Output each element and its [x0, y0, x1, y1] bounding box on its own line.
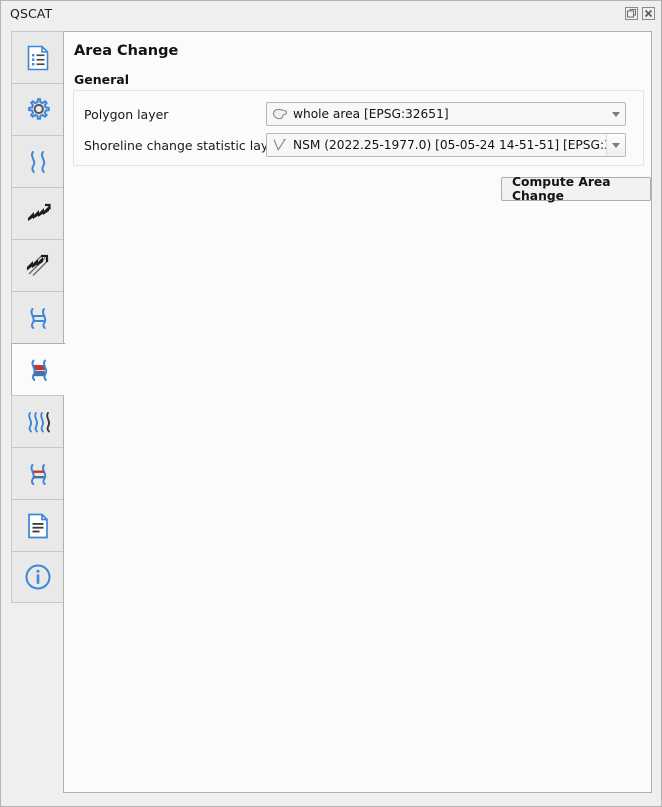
- report-document-icon: [25, 512, 51, 540]
- shoreline-change-statistic-layer-row: Shoreline change statistic layer: [84, 133, 281, 157]
- area-change-icon: [24, 356, 54, 384]
- polygon-layer-icon: [272, 107, 288, 121]
- document-list-icon: [25, 44, 51, 72]
- polygon-layer-combobox[interactable]: whole area [EPSG:32651]: [266, 102, 626, 126]
- titlebar: QSCAT: [1, 1, 661, 25]
- sidebar-item-visualization[interactable]: [11, 447, 64, 499]
- polygon-layer-chevron-down-icon[interactable]: [607, 103, 625, 125]
- shorelines-icon: [23, 148, 53, 176]
- group-label-general: General: [74, 72, 129, 87]
- float-icon[interactable]: [625, 6, 638, 20]
- polygon-layer-label: Polygon layer: [84, 106, 169, 122]
- titlebar-buttons: [625, 6, 655, 20]
- sidebar-item-settings[interactable]: [11, 83, 64, 135]
- close-icon[interactable]: [642, 6, 655, 20]
- sidebar-tabbar: [11, 31, 66, 603]
- gear-icon: [24, 96, 52, 124]
- sidebar-item-shoreline-change[interactable]: [11, 291, 64, 343]
- sidebar-item-report[interactable]: [11, 499, 64, 551]
- shoreline-change-icon: [23, 304, 53, 332]
- general-groupbox: Polygon layer whole area [EPSG:32651] Sh…: [73, 90, 644, 166]
- content-panel: Area Change General Polygon layer whole …: [63, 31, 652, 793]
- sidebar-item-forecasting[interactable]: [11, 395, 64, 447]
- shoreline-change-statistic-layer-combobox[interactable]: NSM (2022.25-1977.0) [05-05-24 14-51-51]…: [266, 133, 626, 157]
- forecasting-icon: [23, 408, 53, 436]
- compute-area-change-button[interactable]: Compute Area Change: [501, 175, 651, 203]
- shoreline-change-statistic-layer-label: Shoreline change statistic layer: [84, 137, 282, 153]
- polygon-layer-value: whole area [EPSG:32651]: [293, 107, 449, 121]
- info-circle-icon: [23, 562, 53, 592]
- line-layer-icon: [272, 138, 288, 152]
- visualization-icon: [23, 460, 53, 488]
- transects-arrows-icon: [23, 252, 53, 280]
- qscat-plugin-window: QSCAT Area Change General Polygon layer …: [0, 0, 662, 807]
- sidebar-item-area-change[interactable]: [11, 343, 66, 395]
- sidebar-item-summary-reports[interactable]: [11, 31, 64, 83]
- polygon-layer-row: Polygon layer: [84, 102, 168, 126]
- sidebar-item-baseline[interactable]: [11, 187, 64, 239]
- shoreline-change-statistic-layer-value: NSM (2022.25-1977.0) [05-05-24 14-51-51]…: [293, 138, 606, 152]
- page-title: Area Change: [74, 43, 179, 59]
- window-title: QSCAT: [10, 5, 53, 21]
- sidebar-item-transects[interactable]: [11, 239, 64, 291]
- baseline-arrows-icon: [23, 200, 53, 228]
- sidebar-item-about[interactable]: [11, 551, 64, 603]
- sidebar-item-shorelines[interactable]: [11, 135, 64, 187]
- shoreline-change-statistic-layer-chevron-down-icon[interactable]: [606, 134, 625, 156]
